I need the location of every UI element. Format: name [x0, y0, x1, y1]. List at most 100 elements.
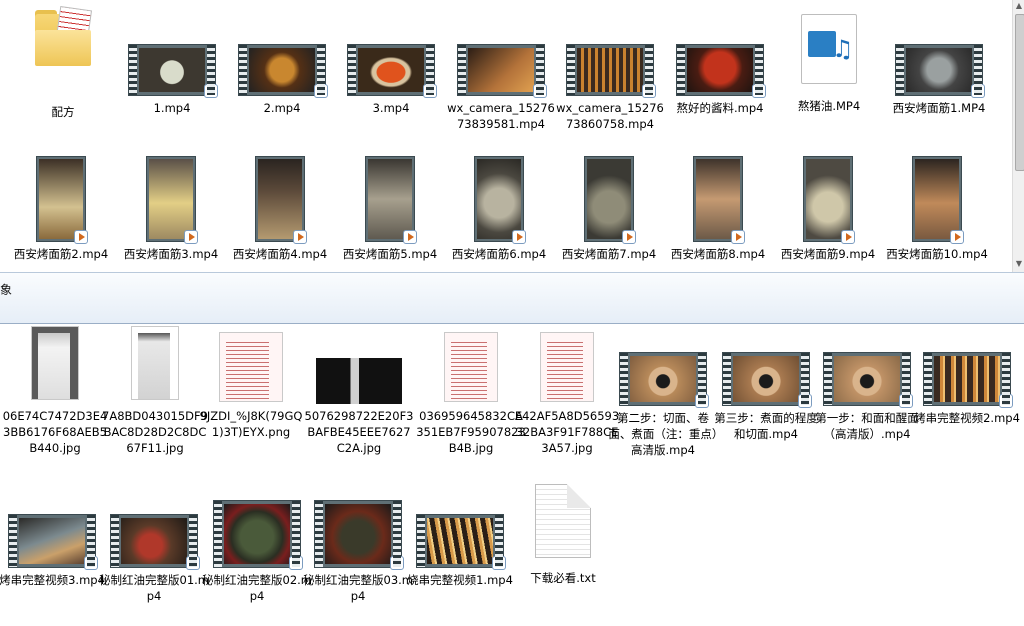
file-item[interactable]: 秘制红油完整版02.mp4 — [202, 500, 312, 604]
file-item[interactable]: 7A8BD043015DF9BAC8D28D2C8DC67F11.jpg — [100, 326, 210, 456]
image-icon — [131, 326, 179, 400]
file-label: wx_camera_1527673839581.mp4 — [447, 101, 555, 131]
file-label: 烧串完整视频1.mp4 — [407, 573, 513, 587]
file-item-folder[interactable]: 配方 — [8, 5, 118, 120]
file-item[interactable]: 西安烤面筋7.mp4 — [554, 156, 664, 262]
file-label: 下载必看.txt — [530, 571, 596, 585]
scrollbar-thumb[interactable] — [1015, 14, 1024, 171]
scroll-up-arrow-icon[interactable]: ▲ — [1015, 2, 1023, 10]
video-icon — [803, 156, 855, 244]
file-label: 秘制红油完整版03.mp4 — [303, 573, 413, 603]
file-item[interactable]: 秘制红油完整版01.mp4 — [99, 514, 209, 604]
file-item[interactable]: 下载必看.txt — [508, 484, 618, 586]
file-label: 西安烤面筋1.MP4 — [892, 101, 986, 115]
file-item[interactable]: 9JZDI_%J8K(79GQ1)3T)EYX.png — [196, 332, 306, 440]
file-label: 3.mp4 — [372, 101, 410, 115]
file-item[interactable]: 西安烤面筋3.mp4 — [116, 156, 226, 262]
file-label: 熬猪油.MP4 — [797, 99, 861, 113]
file-label: 西安烤面筋7.mp4 — [561, 247, 657, 261]
file-item[interactable]: 西安烤面筋4.mp4 — [225, 156, 335, 262]
file-label: 第三步：煮面的程度和切面.mp4 — [714, 411, 818, 441]
file-label: 1.mp4 — [153, 101, 191, 115]
file-label: 西安烤面筋3.mp4 — [123, 247, 219, 261]
media-file-icon: ♫ — [801, 14, 857, 84]
video-icon — [474, 156, 526, 244]
folder-icon — [35, 5, 93, 66]
file-label: 配方 — [51, 105, 75, 119]
file-label: 西安烤面筋6.mp4 — [451, 247, 547, 261]
video-icon — [213, 500, 303, 570]
file-item[interactable]: 西安烤面筋9.mp4 — [773, 156, 883, 262]
file-item[interactable]: 1.mp4 — [117, 44, 227, 116]
file-item[interactable]: wx_camera_1527673860758.mp4 — [555, 44, 665, 132]
file-item[interactable]: 烧串完整视频1.mp4 — [405, 514, 515, 588]
vertical-scrollbar[interactable]: ▲ ▼ — [1012, 0, 1024, 272]
video-icon — [365, 156, 417, 244]
video-icon — [912, 156, 964, 244]
file-label: 烤串完整视频2.mp4 — [914, 411, 1020, 425]
video-icon — [128, 44, 218, 98]
file-label: 秘制红油完整版02.mp4 — [202, 573, 312, 603]
file-label: 西安烤面筋2.mp4 — [13, 247, 109, 261]
video-icon — [895, 44, 985, 98]
file-item[interactable]: 036959645832CA351EB7F95907823B4B.jpg — [416, 332, 526, 456]
file-view-pane-bottom: 06E74C7472D3E43BB6176F68AEB5B440.jpg 7A8… — [0, 324, 1024, 626]
video-icon — [923, 352, 1013, 408]
file-label: 5076298722E20F3BAFBE45EEE7627C2A.jpg — [304, 409, 414, 455]
image-icon — [219, 332, 283, 402]
video-icon — [676, 44, 766, 98]
file-item[interactable]: 5076298722E20F3BAFBE45EEE7627C2A.jpg — [304, 358, 414, 456]
file-item[interactable]: 第二步：切面、卷面、煮面（注：重点）高清版.mp4 — [608, 352, 718, 458]
video-icon — [823, 352, 913, 408]
video-icon — [255, 156, 307, 244]
image-icon — [444, 332, 498, 402]
file-item[interactable]: 西安烤面筋10.mp4 — [882, 156, 992, 262]
video-icon — [8, 514, 98, 570]
video-icon — [722, 352, 812, 408]
file-label: 熬好的酱料.mp4 — [676, 101, 764, 115]
video-icon — [110, 514, 200, 570]
file-view-pane-top: 配方 1.mp4 2.mp4 3.mp4 wx_camera_152767383… — [0, 0, 1012, 272]
file-label: 西安烤面筋8.mp4 — [670, 247, 766, 261]
file-item[interactable]: 西安烤面筋5.mp4 — [335, 156, 445, 262]
image-icon — [31, 326, 79, 400]
text-file-icon — [535, 484, 591, 558]
file-label: wx_camera_1527673860758.mp4 — [556, 101, 664, 131]
file-item[interactable]: 秘制红油完整版03.mp4 — [303, 500, 413, 604]
file-item[interactable]: 西安烤面筋8.mp4 — [663, 156, 773, 262]
file-item[interactable]: 2.mp4 — [227, 44, 337, 116]
scroll-down-arrow-icon[interactable]: ▼ — [1015, 260, 1023, 268]
file-item[interactable]: 熬好的酱料.mp4 — [665, 44, 775, 116]
file-label: E42AF5A8D5659332BA3F91F788CE3A57.jpg — [514, 409, 620, 455]
video-icon — [36, 156, 88, 244]
file-item[interactable]: 西安烤面筋1.MP4 — [884, 44, 994, 116]
file-label: 036959645832CA351EB7F95907823B4B.jpg — [416, 409, 526, 455]
file-item[interactable]: 西安烤面筋2.mp4 — [6, 156, 116, 262]
file-item[interactable]: E42AF5A8D5659332BA3F91F788CE3A57.jpg — [512, 332, 622, 456]
file-item[interactable]: wx_camera_1527673839581.mp4 — [446, 44, 556, 132]
video-icon — [619, 352, 709, 408]
file-label: 2.mp4 — [263, 101, 301, 115]
file-label: 9JZDI_%J8K(79GQ1)3T)EYX.png — [199, 409, 303, 439]
file-item[interactable]: 第三步：煮面的程度和切面.mp4 — [711, 352, 821, 442]
file-item[interactable]: 烤串完整视频3.mp4 — [0, 514, 107, 588]
status-bar: 象 — [0, 272, 1024, 324]
file-label: 第二步：切面、卷面、煮面（注：重点）高清版.mp4 — [608, 411, 718, 457]
file-item[interactable]: 3.mp4 — [336, 44, 446, 116]
video-icon — [457, 44, 547, 98]
file-label: 西安烤面筋10.mp4 — [886, 247, 988, 261]
video-icon — [347, 44, 437, 98]
file-label: 第一步：和面和醒面（高清版）.mp4 — [815, 411, 919, 441]
file-item[interactable]: 第一步：和面和醒面（高清版）.mp4 — [812, 352, 922, 442]
file-label: 西安烤面筋4.mp4 — [232, 247, 328, 261]
file-label: 06E74C7472D3E43BB6176F68AEB5B440.jpg — [2, 409, 108, 455]
file-item[interactable]: 西安烤面筋6.mp4 — [444, 156, 554, 262]
video-icon — [566, 44, 656, 98]
image-icon — [316, 358, 402, 404]
file-item[interactable]: 06E74C7472D3E43BB6176F68AEB5B440.jpg — [0, 326, 110, 456]
video-icon — [146, 156, 198, 244]
file-label: 西安烤面筋5.mp4 — [342, 247, 438, 261]
file-item[interactable]: ♫ 熬猪油.MP4 — [774, 14, 884, 114]
file-item[interactable]: 烤串完整视频2.mp4 — [912, 352, 1022, 426]
file-label: 秘制红油完整版01.mp4 — [99, 573, 209, 603]
